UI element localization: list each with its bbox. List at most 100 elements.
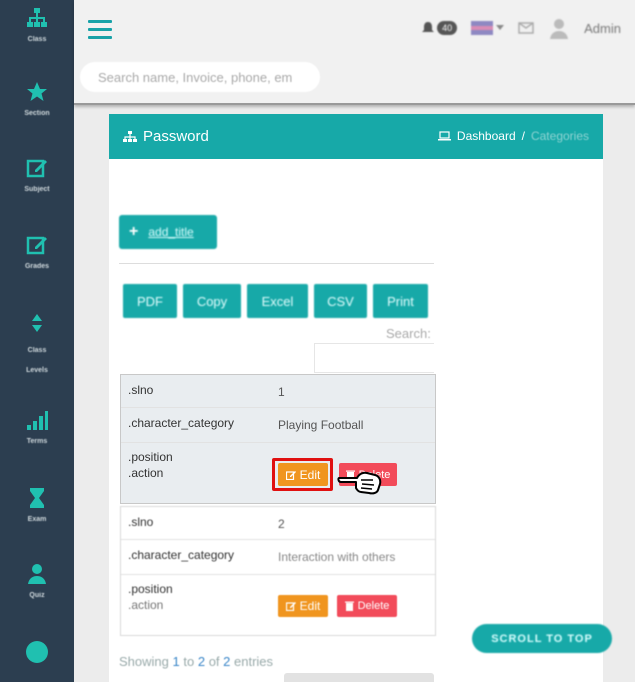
sitemap-icon xyxy=(27,8,47,27)
pointer-hand-icon xyxy=(337,471,382,495)
sidebar-item-grades[interactable]: Grades xyxy=(0,233,74,270)
sidebar-item-label: Quiz xyxy=(29,592,45,599)
sidebar: Class Section Subject Grades Class Level… xyxy=(0,0,74,682)
admin-label[interactable]: Admin xyxy=(584,21,621,36)
hourglass-icon xyxy=(30,488,44,508)
record-card: .slno 1 .character_category Playing Foot… xyxy=(120,374,436,504)
excel-button[interactable]: Excel xyxy=(247,284,308,318)
sidebar-item-label: Terms xyxy=(26,438,48,445)
laptop-icon xyxy=(437,131,451,141)
sitemap-icon xyxy=(123,130,137,142)
scroll-to-top-button[interactable]: SCROLL TO TOP xyxy=(472,624,612,653)
table-row: .slno 2 xyxy=(121,507,435,540)
showing-to: 2 xyxy=(197,654,206,669)
table-info: Showing 1 to 2 of 2 entries xyxy=(119,654,273,669)
add-button-label: add_title xyxy=(148,225,194,239)
table-row: .slno 1 xyxy=(121,375,435,408)
table-row: .character_category Interaction with oth… xyxy=(121,540,435,575)
edit-button-label: Edit xyxy=(299,467,321,482)
page-title: Password xyxy=(123,128,209,145)
global-search-input[interactable]: Search name, Invoice, phone, em xyxy=(80,62,320,92)
page-title-text: Password xyxy=(143,128,209,145)
field-key: .action xyxy=(128,466,164,480)
table-row: .character_category Playing Football xyxy=(121,408,435,443)
pagination[interactable] xyxy=(284,673,434,682)
bell-icon xyxy=(422,22,435,32)
sidebar-item-section[interactable]: Section xyxy=(0,80,74,117)
sidebar-item-class-levels[interactable]: Class Levels xyxy=(0,311,74,381)
edit-icon xyxy=(285,470,296,480)
top-icons: 40 Admin xyxy=(421,14,621,42)
star-icon xyxy=(27,82,47,101)
top-bar: 40 Admin Search name, Invoice, phone, em xyxy=(74,0,635,105)
showing-from: 1 xyxy=(172,654,180,669)
table-row: .position .action Edit Delete xyxy=(121,575,435,635)
sidebar-item-class[interactable]: Class xyxy=(0,6,74,43)
sidebar-item-exam[interactable]: Exam xyxy=(0,486,74,523)
sidebar-item-label: Class xyxy=(27,36,47,43)
category-value: Interaction with others xyxy=(278,550,396,564)
edit-button[interactable]: Edit xyxy=(278,595,328,617)
slno-value: 2 xyxy=(278,517,285,531)
chevron-down-icon xyxy=(496,25,505,30)
sort-icon xyxy=(32,314,42,332)
edit-button[interactable]: Edit xyxy=(278,463,328,486)
sidebar-item-more[interactable] xyxy=(0,640,74,664)
card-header: Password Dashboard / Categories xyxy=(109,114,603,159)
showing-of-word: of xyxy=(208,654,220,669)
avatar[interactable] xyxy=(548,17,570,39)
edit-icon xyxy=(26,236,47,255)
trash-icon xyxy=(344,601,354,611)
table-search-label: Search: xyxy=(386,326,431,341)
sidebar-item-label: Section xyxy=(24,110,50,117)
content-card: Password Dashboard / Categories + add_ti… xyxy=(109,114,603,682)
field-key: .character_category xyxy=(128,548,235,562)
edit-icon xyxy=(26,159,47,178)
field-key: .slno xyxy=(128,515,154,529)
table-row: .position .action Edit Delete xyxy=(121,443,435,503)
notification-button[interactable]: 40 xyxy=(421,21,458,35)
showing-suffix: entries xyxy=(234,654,274,669)
breadcrumb: Dashboard / Categories xyxy=(437,129,589,143)
breadcrumb-dashboard[interactable]: Dashboard xyxy=(457,129,516,143)
edit-icon xyxy=(285,602,296,611)
showing-prefix: Showing xyxy=(119,654,169,669)
language-selector[interactable] xyxy=(471,21,505,35)
edit-button-label: Edit xyxy=(299,599,321,613)
sidebar-item-label: Exam xyxy=(27,516,47,523)
table-search-input[interactable] xyxy=(314,343,434,373)
sidebar-item-terms[interactable]: Terms xyxy=(0,408,74,445)
menu-toggle-icon[interactable] xyxy=(88,20,112,40)
print-button[interactable]: Print xyxy=(373,284,428,318)
breadcrumb-current: Categories xyxy=(530,129,589,143)
copy-button[interactable]: Copy xyxy=(183,284,241,318)
add-button[interactable]: + add_title xyxy=(119,215,217,249)
mail-icon[interactable] xyxy=(518,22,534,34)
csv-button[interactable]: CSV xyxy=(314,284,367,318)
field-key: .position xyxy=(128,450,173,464)
delete-button[interactable]: Delete xyxy=(337,595,397,617)
field-key: .slno xyxy=(128,383,154,397)
sidebar-item-quiz[interactable]: Quiz xyxy=(0,562,74,599)
field-key: .character_category xyxy=(128,416,235,430)
showing-total: 2 xyxy=(223,654,231,669)
plus-icon: + xyxy=(129,223,139,240)
delete-button-label: Delete xyxy=(357,600,390,612)
showing-to-word: to xyxy=(183,654,195,669)
signal-icon xyxy=(27,411,48,430)
slno-value: 1 xyxy=(278,385,285,399)
notification-badge: 40 xyxy=(437,21,458,35)
pdf-button[interactable]: PDF xyxy=(123,284,177,318)
person-icon xyxy=(28,564,46,584)
export-buttons: PDF Copy Excel CSV Print xyxy=(123,284,428,318)
category-value: Playing Football xyxy=(278,418,364,432)
divider xyxy=(119,263,434,264)
record-card: .slno 2 .character_category Interaction … xyxy=(120,506,436,636)
sidebar-item-label: Subject xyxy=(24,186,50,193)
sidebar-item-label: Grades xyxy=(24,263,50,270)
sidebar-item-subject[interactable]: Subject xyxy=(0,156,74,193)
circle-icon xyxy=(26,641,48,663)
field-key: .action xyxy=(128,598,164,612)
sidebar-item-label: Class Levels xyxy=(26,347,48,374)
field-key: .position xyxy=(128,582,173,596)
